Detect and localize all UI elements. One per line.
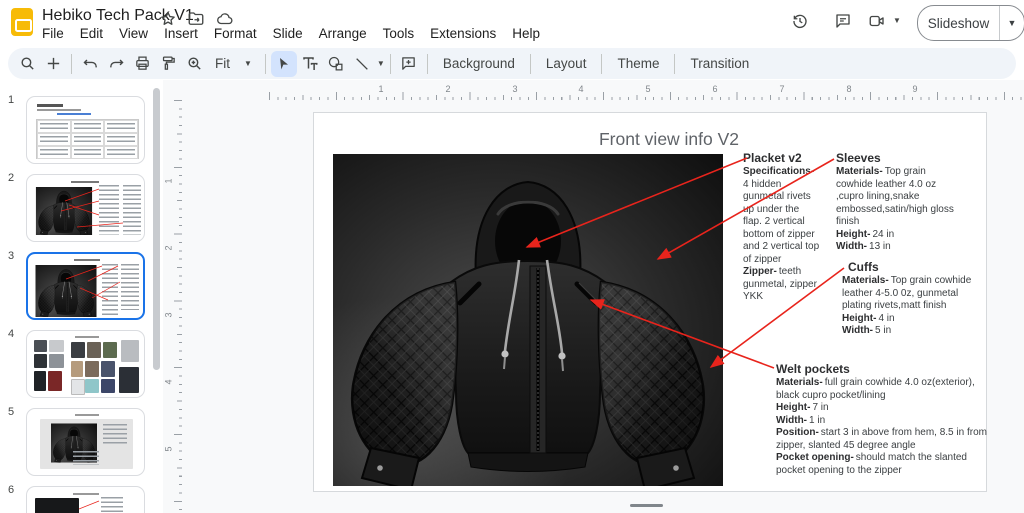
slideshow-label[interactable]: Slideshow [918,16,999,31]
slide-thumbnail-3-selected[interactable] [26,252,145,320]
menu-slide[interactable]: Slide [265,24,311,43]
vertical-ruler: 1 2 3 4 5 [166,100,182,513]
print-icon[interactable] [129,51,155,77]
layout-button[interactable]: Layout [536,52,597,75]
sleeves-line: Materials-Top grain cowhide leather 4.0 … [836,166,963,229]
slide-number-1: 1 [8,94,22,106]
line-caret-icon[interactable]: ▼ [377,59,385,68]
sleeves-line: Height-24 in [836,229,963,242]
slide-thumbnail-4[interactable] [26,330,145,398]
menu-format[interactable]: Format [206,24,265,43]
slide-number-6: 6 [8,484,22,496]
slide-thumbnail-1[interactable] [26,96,145,164]
hruler-number: 8 [846,84,851,94]
search-icon[interactable] [14,51,40,77]
slideshow-caret-icon[interactable]: ▼ [1000,18,1024,28]
slide-number-2: 2 [8,172,22,184]
annotation-sleeves[interactable]: Sleeves Materials-Top grain cowhide leat… [836,151,963,254]
slideshow-button: Slideshow ▼ [917,5,1024,41]
text-box-icon[interactable] [297,51,323,77]
comments-icon[interactable] [830,8,856,34]
sleeves-line: Width-13 in [836,241,963,254]
redo-icon[interactable] [103,51,129,77]
welt-heading: Welt pockets [776,362,998,376]
slide-thumbnail-2[interactable] [26,174,145,242]
menu-edit[interactable]: Edit [72,24,111,43]
cuffs-line: Height-4 in [842,313,974,326]
slides-logo[interactable] [11,8,33,36]
slide-number-4: 4 [8,328,22,340]
jacket-front-photo[interactable] [333,154,723,486]
meet-camera-icon[interactable] [864,8,890,34]
placket-heading: Placket v2 [743,151,820,165]
cuffs-heading: Cuffs [848,260,974,274]
menu-view[interactable]: View [111,24,156,43]
hruler-number: 4 [578,84,583,94]
vertical-ruler-ticks [173,100,182,513]
background-button[interactable]: Background [433,52,525,75]
menu-help[interactable]: Help [504,24,548,43]
welt-line: Height-7 in [776,402,998,415]
slide-thumbnail-5[interactable] [26,408,145,476]
placket-line: Zipper-teeth gunmetal, zipper YKK [743,266,820,304]
cuffs-line: Materials-Top grain cowhide leather 4-5.… [842,275,974,313]
slides-logo-glyph [15,19,32,32]
line-icon[interactable] [349,51,375,77]
vruler-number: 4 [164,379,174,384]
menu-tools[interactable]: Tools [375,24,423,43]
filmstrip-scrollbar[interactable] [153,88,160,370]
hruler-number: 6 [712,84,717,94]
menu-arrange[interactable]: Arrange [311,24,375,43]
placket-line: Specifications-4 hidden gunmetal rivets … [743,166,820,266]
shape-icon[interactable] [323,51,349,77]
welt-line: Materials-full grain cowhide 4.0 oz(exte… [776,377,998,402]
menubar: File Edit View Insert Format Slide Arran… [34,24,548,43]
annotation-welt-pockets[interactable]: Welt pockets Materials-full grain cowhid… [776,362,998,477]
vruler-number: 1 [164,178,174,183]
vruler-number: 2 [164,245,174,250]
zoom-in-icon[interactable] [181,51,207,77]
hruler-number: 9 [912,84,917,94]
slide-number-5: 5 [8,406,22,418]
paint-format-icon[interactable] [155,51,181,77]
add-slide-icon[interactable] [40,51,66,77]
hruler-number: 5 [645,84,650,94]
vruler-number: 5 [164,446,174,451]
toolbar: Fit ▼ ▼ Background Layout Theme Transiti… [8,48,1016,79]
slide-title[interactable]: Front view info V2 [484,129,854,150]
menu-extensions[interactable]: Extensions [422,24,504,43]
welt-line: Width-1 in [776,415,998,428]
hruler-number: 1 [378,84,383,94]
hruler-number: 7 [779,84,784,94]
fit-caret-icon: ▼ [244,59,252,68]
undo-icon[interactable] [77,51,103,77]
welt-line: Position-start 3 in above from hem, 8.5 … [776,427,998,452]
annotation-placket[interactable]: Placket v2 Specifications-4 hidden gunme… [743,151,820,304]
transition-button[interactable]: Transition [680,52,759,75]
theme-button[interactable]: Theme [607,52,669,75]
vruler-number: 3 [164,312,174,317]
annotation-cuffs[interactable]: Cuffs Materials-Top grain cowhide leathe… [842,260,974,338]
slide-thumbnail-6[interactable] [26,486,145,513]
camera-dropdown-caret-icon[interactable]: ▼ [893,16,901,25]
hruler-number: 3 [512,84,517,94]
version-history-icon[interactable] [787,8,813,34]
menu-insert[interactable]: Insert [156,24,206,43]
select-cursor-icon[interactable] [271,51,297,77]
hruler-number: 2 [445,84,450,94]
horizontal-ruler: 1 2 3 4 5 6 7 8 9 [269,84,1024,100]
slide-page[interactable]: Front view info V2 Placket v2 Specificat… [313,112,987,492]
insert-comment-icon[interactable] [396,51,422,77]
speaker-notes-handle[interactable] [630,504,663,507]
google-slides-app: Hebiko Tech Pack V1 File Edit View Inser… [0,0,1024,513]
zoom-fit-dropdown[interactable]: Fit ▼ [207,52,260,75]
cuffs-line: Width-5 in [842,325,974,338]
sleeves-heading: Sleeves [836,151,963,165]
zoom-fit-label: Fit [215,56,230,71]
menu-file[interactable]: File [34,24,72,43]
welt-line: Pocket opening-should match the slanted … [776,452,998,477]
slide-number-3: 3 [8,250,22,262]
